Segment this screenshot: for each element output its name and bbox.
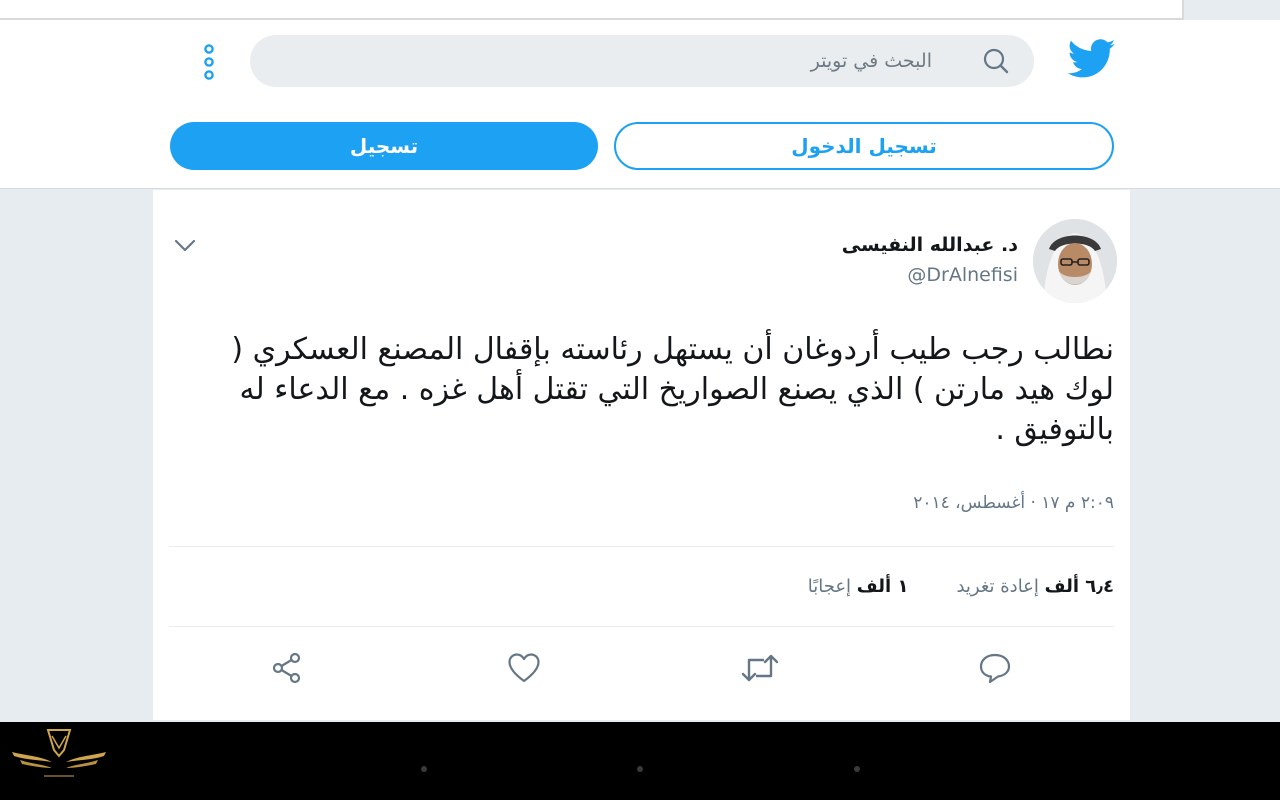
likes-count: ١ ألف (856, 576, 909, 597)
tweet-timestamp[interactable]: ٢:٠٩ م ١٧ · أغسطس، ٢٠١٤ (913, 493, 1114, 513)
browser-frame-edge (0, 0, 1184, 20)
share-button[interactable] (267, 650, 307, 686)
tweet-stats: ٦٫٤ ألف إعادة تغريد ١ ألف إعجابًا (760, 576, 1114, 597)
divider (169, 546, 1114, 547)
nav-recents-button[interactable] (854, 766, 860, 772)
signup-button[interactable]: تسجيل (170, 122, 598, 170)
tweet-card: د. عبدالله النفيسى @DrAlnefisi نطالب رجب… (153, 190, 1130, 720)
like-button[interactable] (504, 650, 544, 686)
likes-label: إعجابًا (807, 576, 852, 597)
reply-icon (979, 653, 1011, 684)
author-handle[interactable]: @DrAlnefisi (907, 264, 1018, 286)
search-bar[interactable] (250, 35, 1034, 87)
retweet-button[interactable] (740, 650, 780, 686)
android-navigation-bar (0, 722, 1280, 800)
heart-icon (508, 653, 540, 683)
nav-home-button[interactable] (637, 766, 643, 772)
avatar-portrait-image (1033, 219, 1117, 303)
search-icon[interactable] (982, 47, 1010, 75)
watermark-logo (12, 729, 106, 777)
login-button[interactable]: تسجيل الدخول (614, 122, 1114, 170)
divider (169, 626, 1114, 627)
likes-stat[interactable]: ١ ألف إعجابًا (808, 576, 909, 597)
author-name[interactable]: د. عبدالله النفيسى (842, 234, 1018, 256)
retweets-stat[interactable]: ٦٫٤ ألف إعادة تغريد (956, 576, 1114, 597)
search-input[interactable] (250, 35, 950, 87)
avatar[interactable] (1033, 219, 1117, 303)
share-icon (272, 652, 301, 684)
retweets-label: إعادة تغريد (956, 576, 1039, 597)
more-vertical-icon[interactable] (200, 44, 218, 80)
retweets-count: ٦٫٤ ألف (1044, 576, 1114, 597)
nav-back-button[interactable] (421, 766, 427, 772)
twitter-bird-icon[interactable] (1068, 38, 1116, 80)
tweet-text: نطالب رجب طيب أردوغان أن يستهل رئاسته بإ… (231, 332, 1114, 447)
retweet-icon (741, 654, 779, 682)
reply-button[interactable] (975, 650, 1015, 686)
chevron-down-icon[interactable] (173, 234, 197, 258)
